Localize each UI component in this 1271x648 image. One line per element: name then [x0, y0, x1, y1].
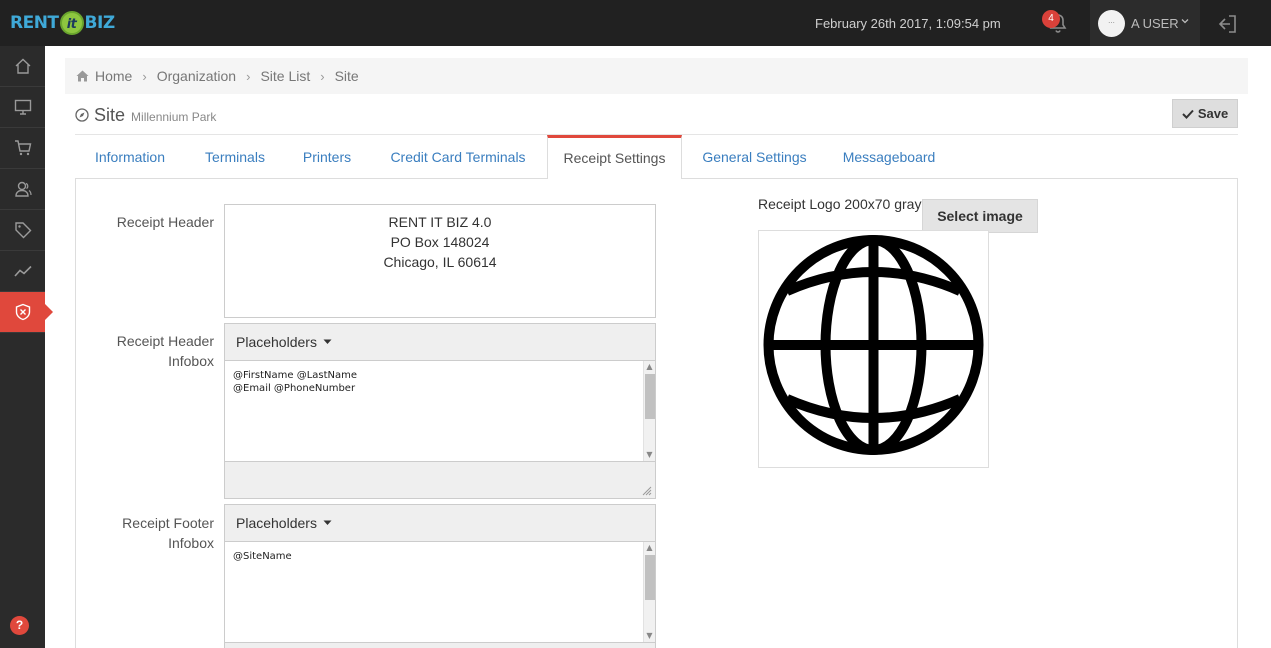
top-bar: RENT it BIZ February 26th 2017, 1:09:54 … [0, 0, 1271, 46]
app-logo[interactable]: RENT it BIZ [10, 8, 115, 38]
save-button[interactable]: Save [1172, 99, 1238, 128]
label-line: Infobox [168, 353, 214, 369]
scroll-down-arrow-icon[interactable]: ▼ [644, 449, 655, 461]
page-subtitle: Millennium Park [131, 110, 217, 124]
logo-text-mid: it [59, 11, 84, 35]
scrollbar[interactable]: ▲ ▼ [643, 361, 655, 461]
receipt-header-editor[interactable]: RENT IT BIZ 4.0 PO Box 148024 Chicago, I… [224, 204, 656, 318]
home-icon [76, 70, 89, 82]
label-line: Receipt Footer [122, 515, 214, 531]
receipt-header-line: RENT IT BIZ 4.0 [388, 214, 492, 230]
breadcrumb-site-list[interactable]: Site List [260, 68, 310, 84]
breadcrumb-separator: › [246, 68, 251, 84]
scroll-up-arrow-icon[interactable]: ▲ [644, 361, 655, 373]
scroll-thumb[interactable] [645, 374, 655, 419]
receipt-header-infobox-textarea[interactable]: @FirstName @LastName @Email @PhoneNumber… [225, 361, 655, 462]
sidebar-item-tags[interactable] [0, 210, 45, 251]
scroll-up-arrow-icon[interactable]: ▲ [644, 542, 655, 554]
users-icon [14, 181, 32, 197]
select-image-button[interactable]: Select image [922, 199, 1038, 233]
breadcrumb-site: Site [334, 68, 359, 84]
logo-text-right: BIZ [84, 13, 116, 33]
textarea-line: @SiteName [233, 551, 292, 562]
page-title: Site [94, 104, 126, 125]
placeholders-label: Placeholders [236, 334, 317, 350]
breadcrumb: Home › Organization › Site List › Site [65, 58, 1248, 94]
label-line: Receipt Header [116, 333, 214, 349]
tab-messageboard[interactable]: Messageboard [827, 135, 951, 179]
receipt-header-line: Chicago, IL 60614 [383, 254, 497, 270]
avatar: ... [1098, 10, 1125, 37]
home-icon [15, 58, 30, 74]
scroll-down-arrow-icon[interactable]: ▼ [644, 630, 655, 642]
breadcrumb-separator: › [320, 68, 325, 84]
tab-general-settings[interactable]: General Settings [686, 135, 823, 179]
tab-information[interactable]: Information [75, 135, 185, 179]
username: A USER [1131, 16, 1179, 31]
label-line: Infobox [168, 535, 214, 551]
check-icon [1182, 109, 1194, 119]
textarea-line: @FirstName @LastName [233, 370, 358, 381]
sidebar-item-reports[interactable] [0, 251, 45, 292]
sidebar: ? [0, 46, 53, 648]
compass-icon [75, 108, 89, 122]
chevron-down-icon [1181, 19, 1189, 24]
receipt-header-line: PO Box 148024 [390, 234, 490, 250]
caret-down-icon [323, 520, 332, 525]
receipt-footer-infobox: Placeholders @SiteName ▲ ▼ [224, 504, 656, 648]
receipt-header-infobox-label: Receipt Header Infobox [74, 331, 214, 371]
caret-down-icon [323, 339, 332, 344]
sidebar-item-home[interactable] [0, 46, 45, 87]
monitor-icon [14, 99, 31, 115]
tab-terminals[interactable]: Terminals [189, 135, 281, 179]
receipt-footer-infobox-textarea[interactable]: @SiteName ▲ ▼ [225, 542, 655, 643]
placeholders-dropdown[interactable]: Placeholders [225, 505, 655, 542]
receipt-header-infobox: Placeholders @FirstName @LastName @Email… [224, 323, 656, 499]
infobox-footer [225, 462, 655, 498]
sidebar-item-admin[interactable] [0, 292, 53, 333]
save-label: Save [1197, 106, 1229, 121]
sidebar-item-terminals[interactable] [0, 87, 45, 128]
tag-icon [14, 222, 31, 239]
tab-printers[interactable]: Printers [285, 135, 369, 179]
breadcrumb-home[interactable]: Home [95, 68, 132, 84]
user-menu[interactable]: ... A USER [1090, 0, 1200, 46]
sidebar-item-users[interactable] [0, 169, 45, 210]
chart-line-icon [13, 265, 32, 277]
receipt-logo-preview [758, 230, 989, 468]
breadcrumb-organization[interactable]: Organization [157, 68, 236, 84]
sidebar-item-cart[interactable] [0, 128, 45, 169]
tab-credit-card-terminals[interactable]: Credit Card Terminals [373, 135, 543, 179]
tab-receipt-settings[interactable]: Receipt Settings [547, 135, 682, 180]
globe-icon [763, 235, 984, 455]
resize-handle-icon[interactable] [642, 486, 652, 496]
logo-text-left: RENT [10, 13, 59, 33]
cart-icon [14, 140, 31, 156]
scroll-thumb[interactable] [645, 555, 655, 600]
placeholders-label: Placeholders [236, 515, 317, 531]
textarea-line: @Email @PhoneNumber [233, 383, 356, 394]
help-button[interactable]: ? [10, 616, 29, 635]
shield-icon [15, 303, 30, 321]
breadcrumb-separator: › [142, 68, 147, 84]
receipt-header-label: Receipt Header [116, 214, 214, 230]
notification-badge[interactable]: 4 [1042, 10, 1060, 28]
tab-bar: Information Terminals Printers Credit Ca… [75, 135, 1238, 180]
logout-icon[interactable] [1216, 12, 1240, 36]
receipt-logo-label: Receipt Logo 200x70 gray [758, 196, 922, 212]
page-title-row: Site Millennium Park [75, 102, 216, 128]
placeholders-dropdown[interactable]: Placeholders [225, 324, 655, 361]
receipt-footer-infobox-label: Receipt Footer Infobox [74, 513, 214, 553]
current-datetime: February 26th 2017, 1:09:54 pm [815, 16, 1001, 31]
scrollbar[interactable]: ▲ ▼ [643, 542, 655, 642]
